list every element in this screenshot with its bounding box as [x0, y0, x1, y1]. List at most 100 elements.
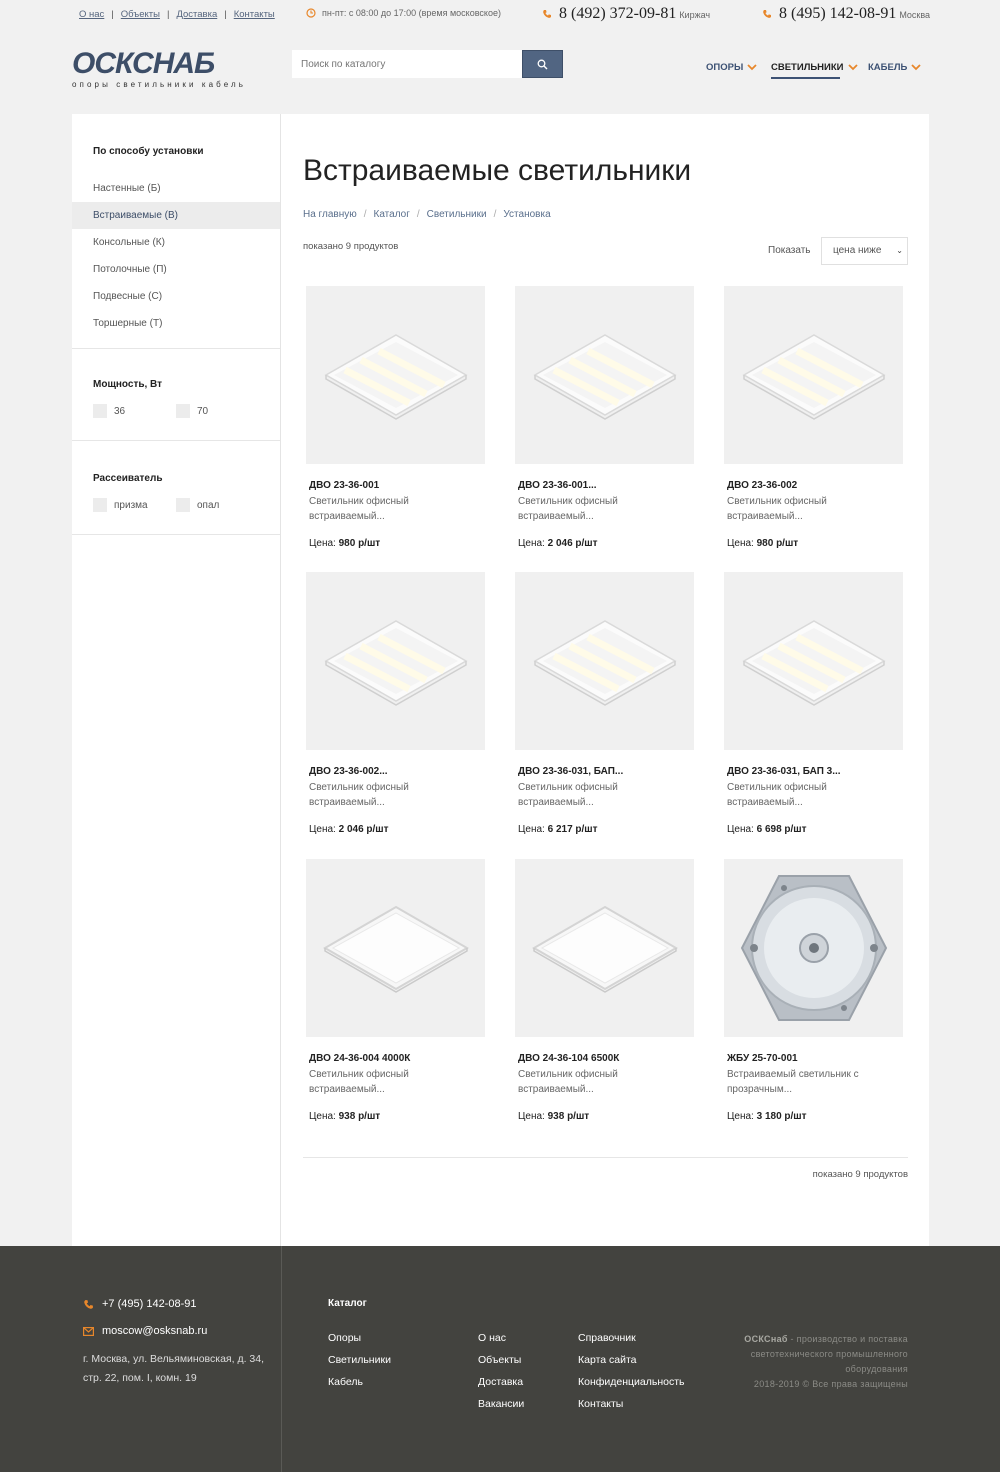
product-name[interactable]: ДВО 23-36-001... [515, 480, 694, 491]
filter-pendant[interactable]: Подвесные (С) [72, 283, 280, 310]
product-card[interactable]: ДВО 23-36-001 Светильник офисный встраива… [306, 286, 485, 566]
footer-link[interactable]: Объекты [478, 1349, 524, 1371]
nav-item-cable[interactable]: КАБЕЛЬ [868, 62, 921, 73]
checkbox[interactable] [93, 404, 107, 418]
search-button[interactable] [522, 50, 563, 78]
filter-recessed[interactable]: Встраиваемые (В) [72, 202, 280, 229]
product-image[interactable] [515, 859, 694, 1037]
product-image[interactable] [724, 286, 903, 464]
product-card[interactable]: ДВО 24-36-104 6500К Светильник офисный вс… [515, 859, 694, 1139]
product-card[interactable]: ДВО 23-36-031, БАП 3... Светильник офисны… [724, 572, 903, 852]
sort-select[interactable]: цена ниже ⌄ [821, 237, 908, 265]
footer-phone[interactable]: +7 (495) 142-08-91 [83, 1298, 196, 1310]
product-image[interactable] [306, 286, 485, 464]
footer-link[interactable]: Доставка [478, 1371, 524, 1393]
price-value: 980 р/шт [756, 538, 799, 549]
nav-item-lamps[interactable]: СВЕТИЛЬНИКИ [771, 62, 858, 79]
product-card[interactable]: ДВО 23-36-002 Светильник офисный встраива… [724, 286, 903, 566]
breadcrumb-lamps[interactable]: Светильники [427, 209, 487, 220]
footer-copyright: 2018-2019 © Все права защищены [753, 1379, 908, 1389]
breadcrumb-home[interactable]: На главную [303, 209, 357, 220]
breadcrumb-install[interactable]: Установка [503, 209, 550, 220]
product-name[interactable]: ДВО 23-36-031, БАП... [515, 766, 694, 777]
product-count-bottom: показано 9 продуктов [812, 1169, 908, 1180]
price-value: 938 р/шт [547, 1111, 590, 1122]
product-image[interactable] [724, 859, 903, 1037]
product-image[interactable] [306, 859, 485, 1037]
footer-link[interactable]: О нас [478, 1327, 524, 1349]
diffuser-checkbox-prism[interactable]: призма [93, 498, 176, 512]
top-link-objects[interactable]: Объекты [121, 9, 160, 20]
catalog-content: Встраиваемые светильники На главную / Ка… [282, 114, 929, 1246]
site-logo[interactable]: ОСКСНАБ опоры светильники кабель [72, 49, 252, 95]
footer-link[interactable]: Справочник [578, 1327, 685, 1349]
top-link-contacts[interactable]: Контакты [234, 9, 275, 20]
footer-col-company: О нас Объекты Доставка Вакансии [478, 1327, 524, 1415]
product-description: Светильник офисный встраиваемый... [727, 782, 827, 808]
top-link-delivery[interactable]: Доставка [176, 9, 217, 20]
breadcrumb-catalog[interactable]: Каталог [374, 209, 410, 220]
checkbox-label: 36 [114, 405, 126, 417]
footer-link[interactable]: Конфиденциальность [578, 1371, 685, 1393]
footer-link[interactable]: Контакты [578, 1393, 685, 1415]
footer-link[interactable]: Вакансии [478, 1393, 524, 1415]
divider [303, 1157, 908, 1158]
price-label: Цена: [309, 1111, 336, 1122]
top-link-about[interactable]: О нас [79, 9, 104, 20]
product-image[interactable] [306, 572, 485, 750]
product-price: Цена: 938 р/шт [515, 1111, 694, 1122]
product-name[interactable]: ЖБУ 25-70-001 [724, 1053, 903, 1064]
search-icon [537, 59, 548, 69]
price-value: 6 698 р/шт [756, 824, 807, 835]
product-image[interactable] [724, 572, 903, 750]
price-value: 938 р/шт [338, 1111, 381, 1122]
footer-link[interactable]: Светильники [328, 1349, 391, 1371]
phone-kirzhach[interactable]: 8 (492) 372-09-81 Киржач [542, 5, 710, 23]
price-value: 2 046 р/шт [338, 824, 389, 835]
product-name[interactable]: ДВО 23-36-002 [724, 480, 903, 491]
product-card[interactable]: ДВО 23-36-001... Светильник офисный встра… [515, 286, 694, 566]
product-name[interactable]: ДВО 24-36-004 4000К [306, 1053, 485, 1064]
price-label: Цена: [518, 824, 545, 835]
power-checkbox-36[interactable]: 36 [93, 404, 176, 418]
checkbox[interactable] [176, 404, 190, 418]
product-name[interactable]: ДВО 23-36-002... [306, 766, 485, 777]
product-image[interactable] [515, 286, 694, 464]
sort-value: цена ниже [833, 245, 882, 256]
price-value: 2 046 р/шт [547, 538, 598, 549]
footer-email[interactable]: moscow@osksnab.ru [83, 1325, 207, 1337]
footer-link[interactable]: Карта сайта [578, 1349, 685, 1371]
product-name[interactable]: ДВО 23-36-001 [306, 480, 485, 491]
phone-moscow[interactable]: 8 (495) 142-08-91 Москва [762, 5, 930, 23]
checkbox[interactable] [176, 498, 190, 512]
power-checkbox-70[interactable]: 70 [176, 404, 259, 418]
top-link-separator: | [111, 9, 114, 20]
filter-wall[interactable]: Настенные (Б) [72, 175, 280, 202]
footer-link[interactable]: Опоры [328, 1327, 391, 1349]
top-link-separator: | [224, 9, 227, 20]
product-name[interactable]: ДВО 24-36-104 6500К [515, 1053, 694, 1064]
breadcrumb: На главную / Каталог / Светильники / Уст… [303, 209, 551, 220]
clock-icon [306, 8, 316, 18]
product-price: Цена: 6 698 р/шт [724, 824, 903, 835]
nav-item-supports[interactable]: ОПОРЫ [706, 62, 757, 73]
diffuser-checkbox-opal[interactable]: опал [176, 498, 259, 512]
filter-ceiling[interactable]: Потолочные (П) [72, 256, 280, 283]
product-card[interactable]: ДВО 24-36-004 4000К Светильник офисный вс… [306, 859, 485, 1139]
phone-number: 8 (492) 372-09-81 [559, 5, 677, 22]
price-label: Цена: [309, 824, 336, 835]
search-input[interactable] [292, 50, 522, 78]
nav-label: СВЕТИЛЬНИКИ [771, 62, 844, 73]
product-image[interactable] [515, 572, 694, 750]
product-card[interactable]: ДВО 23-36-002... Светильник офисный встра… [306, 572, 485, 852]
product-card[interactable]: ЖБУ 25-70-001 Встраиваемый светильник с п… [724, 859, 903, 1139]
phone-city: Киржач [679, 10, 711, 20]
product-name[interactable]: ДВО 23-36-031, БАП 3... [724, 766, 903, 777]
filter-console[interactable]: Консольные (К) [72, 229, 280, 256]
checkbox[interactable] [93, 498, 107, 512]
topbar: О нас | Объекты | Доставка | Контакты пн… [0, 0, 1000, 30]
filter-floor[interactable]: Торшерные (Т) [72, 310, 280, 337]
product-card[interactable]: ДВО 23-36-031, БАП... Светильник офисный … [515, 572, 694, 852]
price-label: Цена: [727, 538, 754, 549]
footer-link[interactable]: Кабель [328, 1371, 391, 1393]
